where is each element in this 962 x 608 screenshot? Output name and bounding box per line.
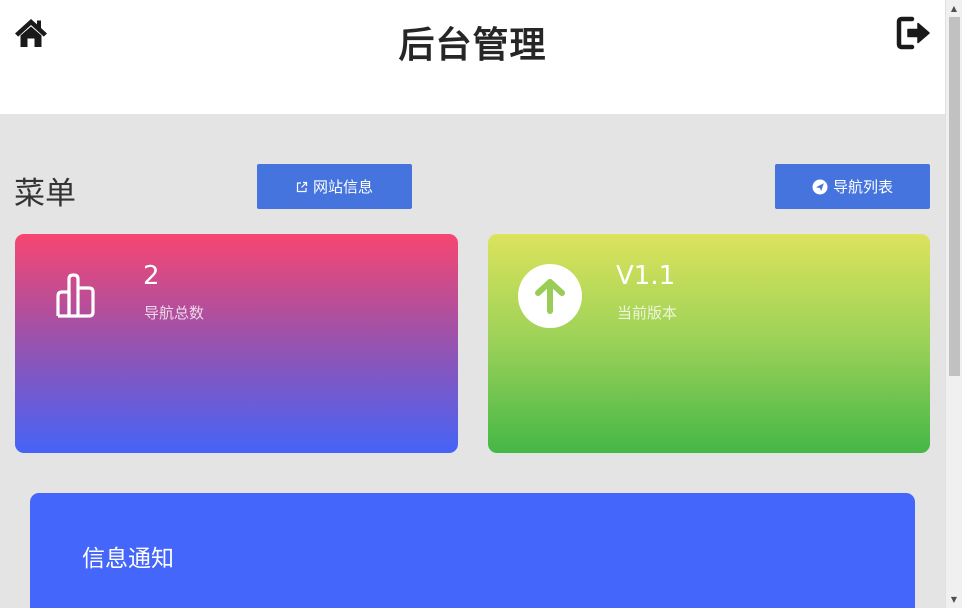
logout-icon [896,16,930,50]
header: 后台管理 [0,0,945,114]
nav-list-button[interactable]: 导航列表 [775,164,930,209]
version-icon-circle [518,264,582,328]
version-value: V1.1 [616,261,676,291]
nav-list-label: 导航列表 [832,178,893,196]
thumbs-up-icon [56,273,95,318]
scroll-down-arrow-icon[interactable]: ▼ [946,591,962,608]
external-link-icon [296,181,308,192]
nav-count-card: 2 导航总数 [15,234,458,453]
scrollbar[interactable]: ▲ ▼ [945,0,962,608]
version-card: V1.1 当前版本 [488,234,930,453]
scroll-up-arrow-icon[interactable]: ▲ [946,0,962,17]
send-icon [812,179,828,194]
scroll-thumb[interactable] [949,17,960,376]
notice-title: 信息通知 [82,546,174,572]
logout-button[interactable] [896,15,932,51]
notice-panel: 信息通知 [30,493,915,608]
nav-count-value: 2 [143,261,160,291]
arrow-up-icon [535,279,565,314]
menu-title: 菜单 [14,176,76,212]
page: 后台管理 菜单 网站信息 导航列表 2 导航总数 V1.1 当前版本 信息通知 [0,0,945,608]
page-title: 后台管理 [398,25,547,66]
nav-count-label: 导航总数 [144,304,205,322]
site-info-label: 网站信息 [312,178,373,196]
site-info-button[interactable]: 网站信息 [257,164,412,209]
version-label: 当前版本 [617,304,678,322]
